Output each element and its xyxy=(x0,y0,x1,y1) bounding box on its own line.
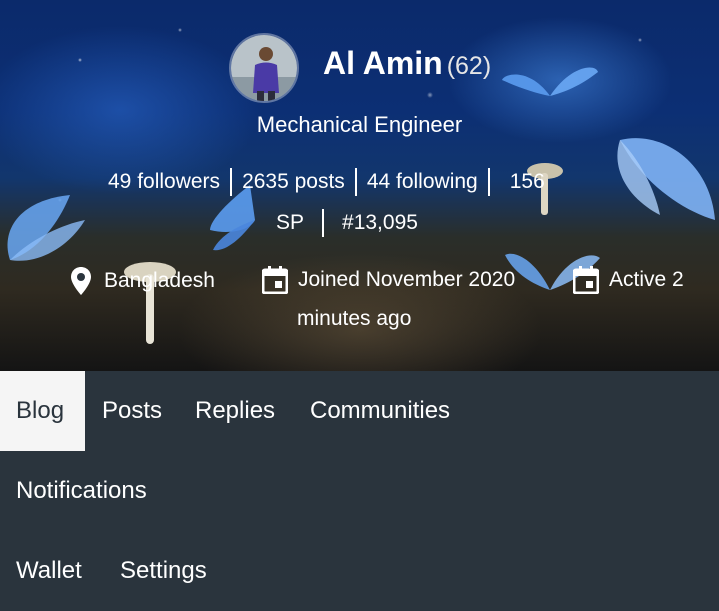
location-text: Bangladesh xyxy=(104,269,215,292)
followers-link[interactable]: 49 followers xyxy=(108,170,220,194)
stat-divider xyxy=(487,168,490,196)
stat-divider xyxy=(230,168,233,196)
tab-blog[interactable]: Blog xyxy=(0,371,85,451)
stat-divider xyxy=(354,168,357,196)
sp-label: SP xyxy=(276,211,305,234)
sp-number: 156 xyxy=(509,170,545,193)
following-link[interactable]: 44 following xyxy=(367,170,478,194)
calendar-icon xyxy=(573,266,599,294)
active-item: Active 2 xyxy=(573,266,684,294)
user-photo-icon xyxy=(231,35,297,101)
butterfly-decoration-1 xyxy=(502,67,598,96)
profile-tabs: Blog Posts Replies Communities Notificat… xyxy=(0,371,719,605)
profile-title: Mechanical Engineer xyxy=(256,112,463,137)
tab-notifications[interactable]: Notifications xyxy=(0,451,163,531)
tab-posts[interactable]: Posts xyxy=(86,371,178,451)
calendar-icon xyxy=(262,266,288,294)
location-item: Bangladesh xyxy=(70,266,215,296)
profile-stats-row-2: SP #13,095 xyxy=(276,209,418,237)
profile-stats-row-1: 49 followers 2635 posts 44 following 156 xyxy=(108,168,545,196)
profile-cover: Al Amin (62) Mechanical Engineer 49 follo… xyxy=(0,0,719,371)
stat-divider xyxy=(322,209,325,237)
avatar[interactable] xyxy=(229,33,299,103)
display-name: Al Amin xyxy=(323,45,443,81)
joined-text: Joined November 2020 xyxy=(298,268,516,291)
profile-name: Al Amin (62) xyxy=(323,45,491,82)
tab-replies[interactable]: Replies xyxy=(179,371,291,451)
active-text-line2: minutes ago xyxy=(297,307,412,330)
joined-item: Joined November 2020 xyxy=(262,266,515,294)
tab-settings[interactable]: Settings xyxy=(104,531,223,611)
rank-value: #13,095 xyxy=(342,211,418,234)
location-pin-icon xyxy=(71,267,91,295)
active-item-continued: minutes ago xyxy=(297,307,411,331)
tab-wallet[interactable]: Wallet xyxy=(0,531,98,611)
active-text-line1: Active 2 xyxy=(609,268,684,291)
butterfly-decoration-2 xyxy=(7,195,85,261)
tab-communities[interactable]: Communities xyxy=(294,371,466,451)
posts-count: 2635 posts xyxy=(242,170,345,193)
reputation-score: (62) xyxy=(446,52,492,80)
